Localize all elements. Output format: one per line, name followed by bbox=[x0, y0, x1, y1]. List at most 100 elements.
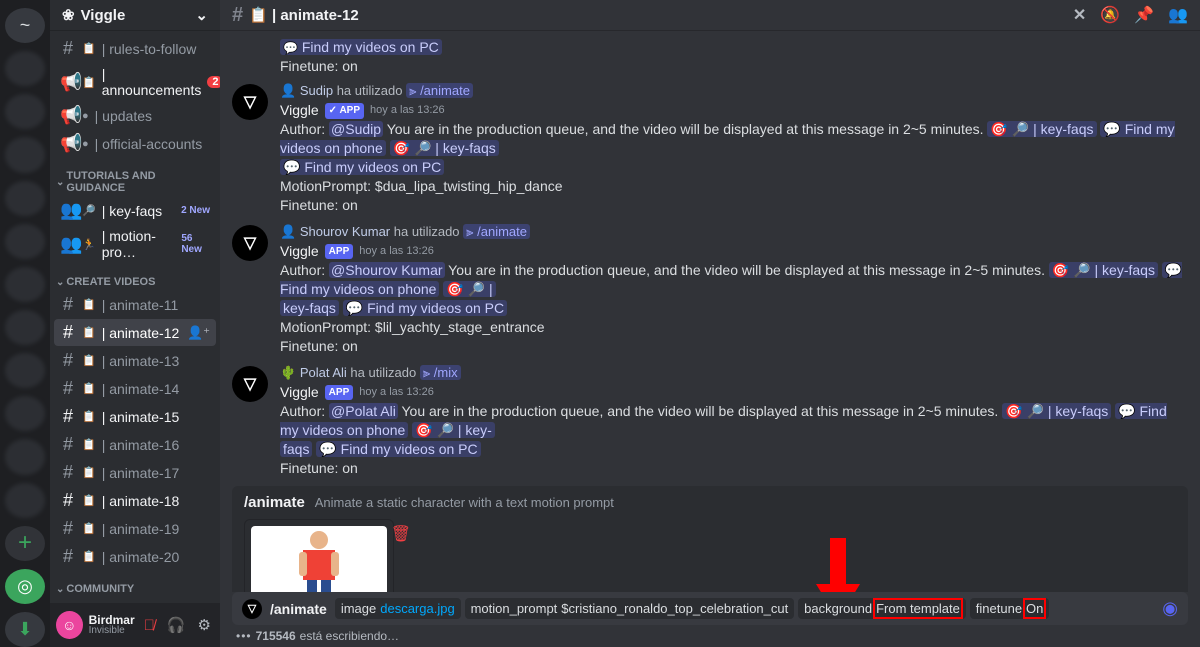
command-param[interactable]: backgroundFrom template bbox=[798, 598, 966, 619]
channel-sidebar: ❀ Viggle ⌄ #📋| rules-to-follow📢📋| announ… bbox=[50, 0, 220, 647]
channel-item[interactable]: 👥🏃| motion-pro…56 New bbox=[54, 225, 216, 263]
channel-type-icon: # bbox=[60, 38, 76, 59]
new-posts-badge: 56 New bbox=[181, 233, 210, 255]
add-server-button[interactable]: + bbox=[5, 526, 45, 561]
channel-item[interactable]: #📋| animate-14 bbox=[54, 375, 216, 402]
link-chip[interactable]: key-faqs bbox=[280, 300, 339, 316]
command-input-bar[interactable]: ▽ /animate imagedescarga.jpg motion_prom… bbox=[232, 592, 1188, 625]
settings-gear-icon[interactable]: ⚙ bbox=[195, 616, 214, 634]
timestamp: hoy a las 13:26 bbox=[370, 103, 445, 118]
avatar[interactable]: ☺ bbox=[56, 611, 83, 639]
user-panel: ☺ Birdmar Invisible 🎙̸ 🎧 ⚙ bbox=[50, 603, 220, 647]
attachment-card[interactable]: 🗑 bbox=[244, 519, 394, 592]
header-tool-icon[interactable]: 📌 bbox=[1134, 5, 1154, 25]
attachment-image bbox=[251, 526, 387, 592]
mention[interactable]: @Shourov Kumar bbox=[329, 262, 444, 278]
channel-item[interactable]: #📋| rules-to-follow bbox=[54, 35, 216, 62]
command-param[interactable]: image descarga.jpg bbox=[335, 598, 461, 619]
mention[interactable]: @Sudip bbox=[329, 121, 383, 137]
server-icon[interactable] bbox=[5, 94, 45, 129]
link-chip[interactable]: 🎯 🔎 | key-faqs bbox=[1002, 403, 1111, 419]
link-chip[interactable]: 🎯 🔎 | key- bbox=[412, 422, 495, 438]
create-invite-icon[interactable]: 👤⁺ bbox=[187, 325, 210, 341]
channel-type-icon: # bbox=[60, 350, 76, 371]
author-name[interactable]: Viggle bbox=[280, 242, 319, 261]
link-chip[interactable]: 💬 Find my videos on PC bbox=[343, 300, 507, 316]
link-chip[interactable]: 🎯 🔎 | bbox=[443, 281, 495, 297]
param-key: background bbox=[804, 601, 872, 616]
channel-item[interactable]: 📢●| updates bbox=[54, 102, 216, 129]
server-icon[interactable] bbox=[5, 439, 45, 474]
used-command-chip[interactable]: ⫸ /animate bbox=[463, 224, 530, 239]
server-icon[interactable] bbox=[5, 181, 45, 216]
link-chip[interactable]: 💬 Find my videos on PC bbox=[280, 39, 442, 55]
author-name[interactable]: Viggle bbox=[280, 383, 319, 402]
channel-emoji-icon: ● bbox=[82, 110, 89, 122]
channel-item[interactable]: 📢●| official-accounts bbox=[54, 130, 216, 157]
server-icon[interactable] bbox=[5, 137, 45, 172]
send-button[interactable]: ◉ bbox=[1162, 598, 1178, 619]
used-command-chip[interactable]: ⫸ /animate bbox=[406, 83, 473, 98]
delete-attachment-icon[interactable]: 🗑 bbox=[391, 524, 411, 544]
channel-item[interactable]: 👥🔎| key-faqs2 New bbox=[54, 197, 216, 224]
header-tool-icon[interactable]: 🔕 bbox=[1100, 5, 1120, 25]
message-line: Finetune: on bbox=[280, 57, 1188, 76]
used-command-chip[interactable]: ⫸ /mix bbox=[420, 365, 461, 380]
discord-home-icon[interactable]: ~ bbox=[5, 8, 45, 43]
mute-icon[interactable]: 🎙̸ bbox=[141, 617, 158, 634]
server-name-header[interactable]: ❀ Viggle ⌄ bbox=[50, 0, 220, 30]
link-chip[interactable]: 🎯 🔎 | key-faqs bbox=[390, 140, 499, 156]
channel-category[interactable]: COMMUNITY bbox=[50, 571, 220, 597]
server-icon[interactable] bbox=[5, 51, 45, 86]
link-chip[interactable]: 🎯 🔎 | key-faqs bbox=[987, 121, 1096, 137]
param-key: image bbox=[341, 601, 376, 616]
server-icon[interactable] bbox=[5, 310, 45, 345]
server-icon[interactable] bbox=[5, 396, 45, 431]
timestamp: hoy a las 13:26 bbox=[359, 244, 434, 259]
explore-button[interactable]: ◎ bbox=[5, 569, 45, 604]
interaction-line: 🌵 Polat Ali ha utilizado ⫸ /mix bbox=[280, 364, 1188, 382]
channel-item[interactable]: #📋| animate-15 bbox=[54, 403, 216, 430]
author-name[interactable]: Viggle bbox=[280, 101, 319, 120]
bot-avatar[interactable] bbox=[232, 225, 268, 261]
header-tool-icon[interactable]: 👥 bbox=[1168, 5, 1188, 25]
bot-avatar[interactable] bbox=[232, 84, 268, 120]
headphones-icon[interactable]: 🎧 bbox=[164, 616, 189, 634]
download-button[interactable]: ⬇ bbox=[5, 612, 45, 647]
param-value: $cristiano_ronaldo_top_celebration_cut bbox=[561, 601, 788, 616]
channel-category[interactable]: TUTORIALS AND GUIDANCE bbox=[50, 158, 220, 196]
channel-emoji-icon: 📋 bbox=[82, 438, 96, 451]
header-tool-icon[interactable]: ✕ bbox=[1073, 5, 1086, 25]
channel-emoji-icon: 🔎 bbox=[82, 204, 96, 217]
channel-item[interactable]: #📋| animate-13 bbox=[54, 347, 216, 374]
server-icon[interactable] bbox=[5, 353, 45, 388]
command-param[interactable]: finetuneOn bbox=[970, 598, 1050, 619]
channel-item[interactable]: #📋| animate-19 bbox=[54, 515, 216, 542]
server-icon[interactable] bbox=[5, 267, 45, 302]
link-chip[interactable]: faqs bbox=[280, 441, 312, 457]
channel-item[interactable]: #📋| animate-17 bbox=[54, 459, 216, 486]
channel-category[interactable]: CREATE VIDEOS bbox=[50, 264, 220, 290]
channel-item[interactable]: #📋| animate-16 bbox=[54, 431, 216, 458]
server-icon[interactable] bbox=[5, 483, 45, 518]
channel-type-icon: # bbox=[60, 294, 76, 315]
command-param[interactable]: motion_prompt$cristiano_ronaldo_top_cele… bbox=[465, 598, 795, 619]
server-icon[interactable] bbox=[5, 224, 45, 259]
channel-list[interactable]: #📋| rules-to-follow📢📋| announcements2📢●|… bbox=[50, 30, 220, 647]
channel-item[interactable]: #📋| animate-18 bbox=[54, 487, 216, 514]
channel-label: | animate-15 bbox=[102, 409, 180, 425]
channel-item[interactable]: 📢📋| announcements2 bbox=[54, 63, 216, 101]
param-value: descarga.jpg bbox=[380, 601, 454, 616]
param-key: finetune bbox=[976, 601, 1022, 616]
channel-label: | animate-18 bbox=[102, 493, 180, 509]
link-chip[interactable]: 💬 Find my videos on PC bbox=[316, 441, 480, 457]
link-chip[interactable]: 🎯 🔎 | key-faqs bbox=[1049, 262, 1158, 278]
channel-item[interactable]: #📋| animate-20 bbox=[54, 543, 216, 570]
messages-scroll[interactable]: 💬 Find my videos on PC Finetune: on 👤 Su… bbox=[220, 30, 1200, 592]
channel-item[interactable]: #📋| animate-11 bbox=[54, 291, 216, 318]
link-chip[interactable]: 💬 Find my videos on PC bbox=[280, 159, 444, 175]
mention[interactable]: @Polat Ali bbox=[329, 403, 398, 419]
channel-emoji-icon: 📋 bbox=[82, 522, 96, 535]
bot-avatar[interactable] bbox=[232, 366, 268, 402]
channel-item[interactable]: #📋| animate-12👤⁺ bbox=[54, 319, 216, 346]
